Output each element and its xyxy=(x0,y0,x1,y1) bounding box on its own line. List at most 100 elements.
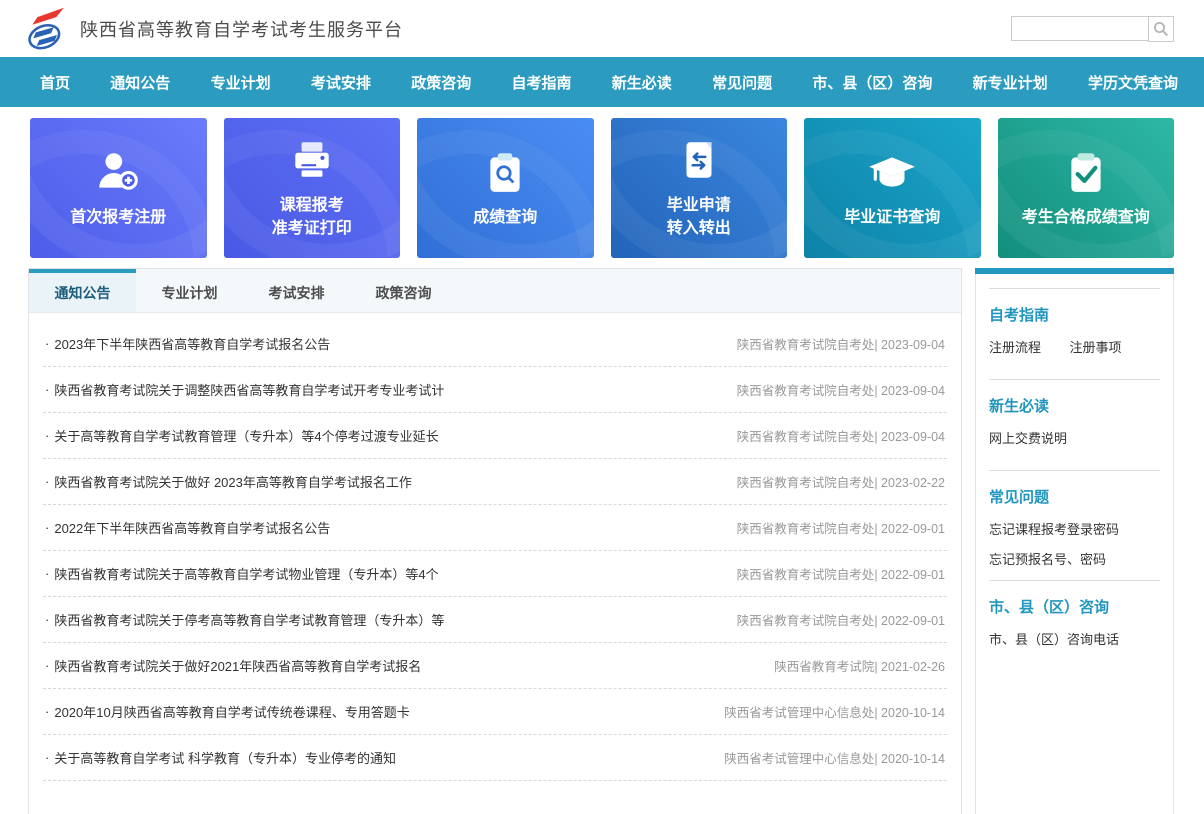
tile-label: 毕业申请转入转出 xyxy=(667,194,731,240)
nav-announcements[interactable]: 通知公告 xyxy=(110,72,170,93)
bullet: · xyxy=(45,612,49,627)
sidebar-box: 自考指南 注册流程 注册事项 新生必读 网上交费说明 常见问题 忘记课程报考登录… xyxy=(975,274,1174,814)
announcement-row: · 关于高等教育自学考试教育管理（专升本）等4个停考过渡专业延长 陕西省教育考试… xyxy=(43,413,947,459)
announcement-list: · 2023年下半年陕西省高等教育自学考试报名公告 陕西省教育考试院自考处| 2… xyxy=(29,313,961,781)
bullet: · xyxy=(45,382,49,397)
tile-label: 考生合格成绩查询 xyxy=(1022,206,1150,229)
nav-major-plans[interactable]: 专业计划 xyxy=(211,72,271,93)
nav-newbie[interactable]: 新生必读 xyxy=(612,72,672,93)
bullet: · xyxy=(45,336,49,351)
announcement-meta: 陕西省教育考试院自考处| 2023-09-04 xyxy=(737,380,945,399)
sidebar-heading: 自考指南 xyxy=(989,304,1160,325)
announcement-meta: 陕西省教育考试院自考处| 2022-09-01 xyxy=(737,610,945,629)
bullet: · xyxy=(45,474,49,489)
tab-policy[interactable]: 政策咨询 xyxy=(350,269,457,312)
tile-graduation-transfer[interactable]: 毕业申请转入转出 xyxy=(611,118,788,258)
announcement-row: · 2023年下半年陕西省高等教育自学考试报名公告 陕西省教育考试院自考处| 2… xyxy=(43,321,947,367)
announcement-link[interactable]: 陕西省教育考试院关于做好 2023年高等教育自学考试报名工作 xyxy=(54,472,716,491)
announcement-meta: 陕西省教育考试院自考处| 2022-09-01 xyxy=(737,518,945,537)
announcement-link[interactable]: 关于高等教育自学考试 科学教育（专升本）专业停考的通知 xyxy=(54,748,704,767)
nav-city-consult[interactable]: 市、县（区）咨询 xyxy=(812,72,932,93)
nav-exam-schedule[interactable]: 考试安排 xyxy=(311,72,371,93)
clipboard-check-icon xyxy=(1062,148,1110,196)
announcement-meta: 陕西省考试管理中心信息处| 2020-10-14 xyxy=(724,748,945,767)
search-icon xyxy=(1153,21,1169,37)
nav-new-major-plans[interactable]: 新专业计划 xyxy=(973,72,1048,93)
divider xyxy=(989,580,1160,581)
announcement-meta: 陕西省教育考试院| 2021-02-26 xyxy=(774,656,945,675)
sidebar-link-city-phone[interactable]: 市、县（区）咨询电话 xyxy=(989,629,1119,648)
tile-qualified-scores-query[interactable]: 考生合格成绩查询 xyxy=(998,118,1175,258)
sidebar-link-forgot-preregistration[interactable]: 忘记预报名号、密码 xyxy=(989,549,1160,568)
sidebar-heading: 市、县（区）咨询 xyxy=(989,596,1160,617)
nav-policy[interactable]: 政策咨询 xyxy=(411,72,471,93)
tile-label: 成绩查询 xyxy=(473,206,537,229)
sidebar-heading: 常见问题 xyxy=(989,486,1160,507)
divider xyxy=(989,470,1160,471)
nav-diploma-query[interactable]: 学历文凭查询 xyxy=(1088,72,1178,93)
announcement-link[interactable]: 2020年10月陕西省高等教育自学考试传统卷课程、专用答题卡 xyxy=(54,702,704,721)
announcement-link[interactable]: 2022年下半年陕西省高等教育自学考试报名公告 xyxy=(54,518,716,537)
tile-label: 课程报考准考证打印 xyxy=(272,194,352,240)
quick-entry-tiles: 首次报考注册 课程报考准考证打印 成绩查询 xyxy=(30,118,1174,258)
sidebar-section-guide: 自考指南 注册流程 注册事项 xyxy=(989,304,1160,367)
main-nav: 首页 通知公告 专业计划 考试安排 政策咨询 自考指南 新生必读 常见问题 市、… xyxy=(0,57,1204,107)
tab-announcements[interactable]: 通知公告 xyxy=(29,269,136,312)
page-title: 陕西省高等教育自学考试考生服务平台 xyxy=(80,16,1011,42)
announcement-meta: 陕西省教育考试院自考处| 2023-09-04 xyxy=(737,334,945,353)
bullet: · xyxy=(45,566,49,581)
announcement-row: · 陕西省教育考试院关于做好 2023年高等教育自学考试报名工作 陕西省教育考试… xyxy=(43,459,947,505)
bullet: · xyxy=(45,520,49,535)
tile-score-query[interactable]: 成绩查询 xyxy=(417,118,594,258)
header: 陕西省高等教育自学考试考生服务平台 xyxy=(0,0,1204,57)
sidebar: 自考指南 注册流程 注册事项 新生必读 网上交费说明 常见问题 忘记课程报考登录… xyxy=(975,268,1174,814)
clipboard-search-icon xyxy=(481,148,529,196)
announcement-meta: 陕西省教育考试院自考处| 2022-09-01 xyxy=(737,564,945,583)
sidebar-link-online-payment[interactable]: 网上交费说明 xyxy=(989,428,1067,447)
printer-icon xyxy=(288,136,336,184)
bullet: · xyxy=(45,704,49,719)
sidebar-section-faq: 常见问题 忘记课程报考登录密码 忘记预报名号、密码 xyxy=(989,486,1160,568)
announcement-row: · 陕西省教育考试院关于停考高等教育自学考试教育管理（专升本）等 陕西省教育考试… xyxy=(43,597,947,643)
tab-exam-schedule[interactable]: 考试安排 xyxy=(243,269,350,312)
bullet: · xyxy=(45,750,49,765)
search-bar xyxy=(1011,16,1174,42)
tile-label: 首次报考注册 xyxy=(70,206,166,229)
page: 陕西省高等教育自学考试考生服务平台 首页 通知公告 专业计划 考试安排 政策咨询… xyxy=(0,0,1204,814)
sidebar-section-city-consult: 市、县（区）咨询 市、县（区）咨询电话 xyxy=(989,596,1160,659)
tile-first-registration[interactable]: 首次报考注册 xyxy=(30,118,207,258)
announcement-row: · 陕西省教育考试院关于调整陕西省高等教育自学考试开考专业考试计 陕西省教育考试… xyxy=(43,367,947,413)
tile-label: 毕业证书查询 xyxy=(844,206,940,229)
announcement-meta: 陕西省教育考试院自考处| 2023-09-04 xyxy=(737,426,945,445)
announcement-link[interactable]: 陕西省教育考试院关于高等教育自学考试物业管理（专升本）等4个 xyxy=(54,564,716,583)
divider xyxy=(989,379,1160,380)
announcement-link[interactable]: 陕西省教育考试院关于调整陕西省高等教育自学考试开考专业考试计 xyxy=(54,380,716,399)
announcement-link[interactable]: 2023年下半年陕西省高等教育自学考试报名公告 xyxy=(54,334,716,353)
user-add-icon xyxy=(94,148,142,196)
sidebar-heading: 新生必读 xyxy=(989,395,1160,416)
search-input[interactable] xyxy=(1011,16,1149,41)
nav-guide[interactable]: 自考指南 xyxy=(511,72,571,93)
tab-major-plans[interactable]: 专业计划 xyxy=(136,269,243,312)
bullet: · xyxy=(45,658,49,673)
announcement-meta: 陕西省考试管理中心信息处| 2020-10-14 xyxy=(724,702,945,721)
announcement-row: · 陕西省教育考试院关于做好2021年陕西省高等教育自学考试报名 陕西省教育考试… xyxy=(43,643,947,689)
announcement-row: · 2020年10月陕西省高等教育自学考试传统卷课程、专用答题卡 陕西省考试管理… xyxy=(43,689,947,735)
nav-home[interactable]: 首页 xyxy=(40,72,70,93)
graduation-cap-icon xyxy=(867,148,917,196)
tile-certificate-query[interactable]: 毕业证书查询 xyxy=(804,118,981,258)
sidebar-link-registration-notes[interactable]: 注册事项 xyxy=(1069,337,1121,356)
announcement-row: · 2022年下半年陕西省高等教育自学考试报名公告 陕西省教育考试院自考处| 2… xyxy=(43,505,947,551)
announcement-panel: 通知公告 专业计划 考试安排 政策咨询 · 2023年下半年陕西省高等教育自学考… xyxy=(28,268,962,814)
tile-course-registration-print[interactable]: 课程报考准考证打印 xyxy=(224,118,401,258)
sidebar-link-forgot-login-password[interactable]: 忘记课程报考登录密码 xyxy=(989,519,1160,538)
sidebar-link-registration-process[interactable]: 注册流程 xyxy=(989,337,1041,356)
transfer-doc-icon xyxy=(675,136,723,184)
nav-faq[interactable]: 常见问题 xyxy=(712,72,772,93)
announcement-link[interactable]: 关于高等教育自学考试教育管理（专升本）等4个停考过渡专业延长 xyxy=(54,426,716,445)
search-button[interactable] xyxy=(1148,16,1174,42)
sidebar-section-newbie: 新生必读 网上交费说明 xyxy=(989,395,1160,458)
announcement-link[interactable]: 陕西省教育考试院关于做好2021年陕西省高等教育自学考试报名 xyxy=(54,656,754,675)
announcement-link[interactable]: 陕西省教育考试院关于停考高等教育自学考试教育管理（专升本）等 xyxy=(54,610,716,629)
announcement-meta: 陕西省教育考试院自考处| 2023-02-22 xyxy=(737,472,945,491)
